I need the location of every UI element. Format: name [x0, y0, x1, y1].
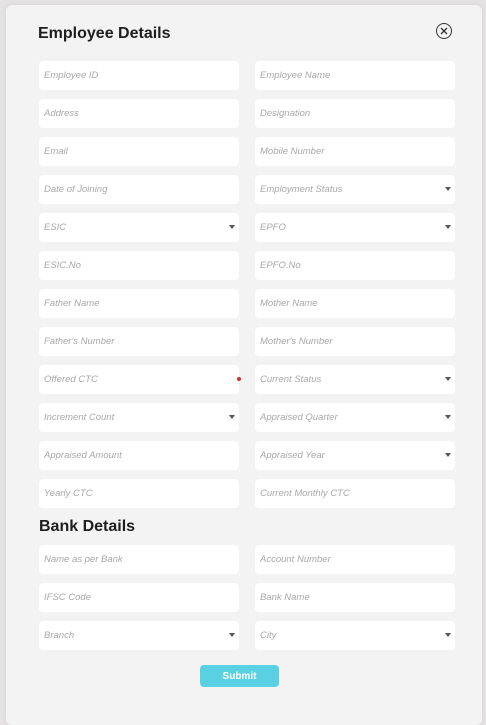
field-placeholder: Date of Joining — [44, 184, 108, 195]
father-name-field[interactable]: Father Name — [39, 289, 239, 318]
caret-down-icon — [445, 187, 451, 191]
father-number-field[interactable]: Father's Number — [39, 327, 239, 356]
branch-select[interactable]: Branch — [39, 621, 239, 650]
field-placeholder: Mother's Number — [260, 336, 333, 347]
appraised-amount-field[interactable]: Appraised Amount — [39, 441, 239, 470]
city-select[interactable]: City — [255, 621, 455, 650]
mother-number-field[interactable]: Mother's Number — [255, 327, 455, 356]
mother-name-field[interactable]: Mother Name — [255, 289, 455, 318]
mobile-number-field[interactable]: Mobile Number — [255, 137, 455, 166]
address-field[interactable]: Address — [39, 99, 239, 128]
employee-details-modal: Employee Details Employee ID Employee Na… — [6, 5, 482, 725]
field-placeholder: Name as per Bank — [44, 554, 123, 565]
field-placeholder: Increment Count — [44, 412, 115, 423]
field-placeholder: Mother Name — [260, 298, 318, 309]
field-placeholder: ESIC.No — [44, 260, 81, 271]
caret-down-icon — [445, 225, 451, 229]
submit-button[interactable]: Submit — [200, 665, 279, 687]
field-placeholder: City — [260, 630, 277, 641]
caret-down-icon — [445, 415, 451, 419]
esic-select[interactable]: ESIC — [39, 213, 239, 242]
caret-down-icon — [229, 415, 235, 419]
bank-name-field[interactable]: Bank Name — [255, 583, 455, 612]
name-as-per-bank-field[interactable]: Name as per Bank — [39, 545, 239, 574]
field-placeholder: EPFO.No — [260, 260, 301, 271]
field-placeholder: Bank Name — [260, 592, 310, 603]
field-placeholder: Designation — [260, 108, 311, 119]
field-placeholder: EPFO — [260, 222, 286, 233]
employee-name-field[interactable]: Employee Name — [255, 61, 455, 90]
field-placeholder: Branch — [44, 630, 75, 641]
field-placeholder: Yearly CTC — [44, 488, 93, 499]
field-placeholder: Appraised Year — [260, 450, 325, 461]
field-placeholder: Current Monthly CTC — [260, 488, 350, 499]
designation-field[interactable]: Designation — [255, 99, 455, 128]
email-field[interactable]: Email — [39, 137, 239, 166]
account-number-field[interactable]: Account Number — [255, 545, 455, 574]
field-placeholder: Offered CTC — [44, 374, 98, 385]
field-placeholder: Appraised Quarter — [260, 412, 338, 423]
field-placeholder: Employee ID — [44, 70, 99, 81]
field-placeholder: Email — [44, 146, 68, 157]
offered-ctc-field[interactable]: Offered CTC — [39, 365, 241, 394]
appraised-year-select[interactable]: Appraised Year — [255, 441, 455, 470]
field-placeholder: Address — [44, 108, 79, 119]
caret-down-icon — [445, 377, 451, 381]
employment-status-select[interactable]: Employment Status — [255, 175, 455, 204]
caret-down-icon — [445, 453, 451, 457]
field-placeholder: ESIC — [44, 222, 67, 233]
esic-no-field[interactable]: ESIC.No — [39, 251, 239, 280]
field-placeholder: IFSC Code — [44, 592, 91, 603]
epfo-select[interactable]: EPFO — [255, 213, 455, 242]
current-status-select[interactable]: Current Status — [255, 365, 455, 394]
increment-count-select[interactable]: Increment Count — [39, 403, 239, 432]
epfo-no-field[interactable]: EPFO.No — [255, 251, 455, 280]
appraised-quarter-select[interactable]: Appraised Quarter — [255, 403, 455, 432]
caret-down-icon — [229, 633, 235, 637]
field-placeholder: Employment Status — [260, 184, 343, 195]
caret-down-icon — [229, 225, 235, 229]
field-placeholder: Account Number — [260, 554, 331, 565]
required-indicator — [237, 377, 241, 381]
yearly-ctc-field[interactable]: Yearly CTC — [39, 479, 239, 508]
field-placeholder: Employee Name — [260, 70, 331, 81]
field-placeholder: Appraised Amount — [44, 450, 122, 461]
close-icon[interactable] — [436, 23, 452, 39]
field-placeholder: Father Name — [44, 298, 100, 309]
employee-id-field[interactable]: Employee ID — [39, 61, 239, 90]
current-monthly-ctc-field[interactable]: Current Monthly CTC — [255, 479, 455, 508]
caret-down-icon — [445, 633, 451, 637]
field-placeholder: Current Status — [260, 374, 322, 385]
bank-details-heading: Bank Details — [39, 518, 136, 535]
page-title: Employee Details — [38, 25, 171, 42]
date-of-joining-field[interactable]: Date of Joining — [39, 175, 239, 204]
ifsc-code-field[interactable]: IFSC Code — [39, 583, 239, 612]
field-placeholder: Father's Number — [44, 336, 115, 347]
field-placeholder: Mobile Number — [260, 146, 325, 157]
